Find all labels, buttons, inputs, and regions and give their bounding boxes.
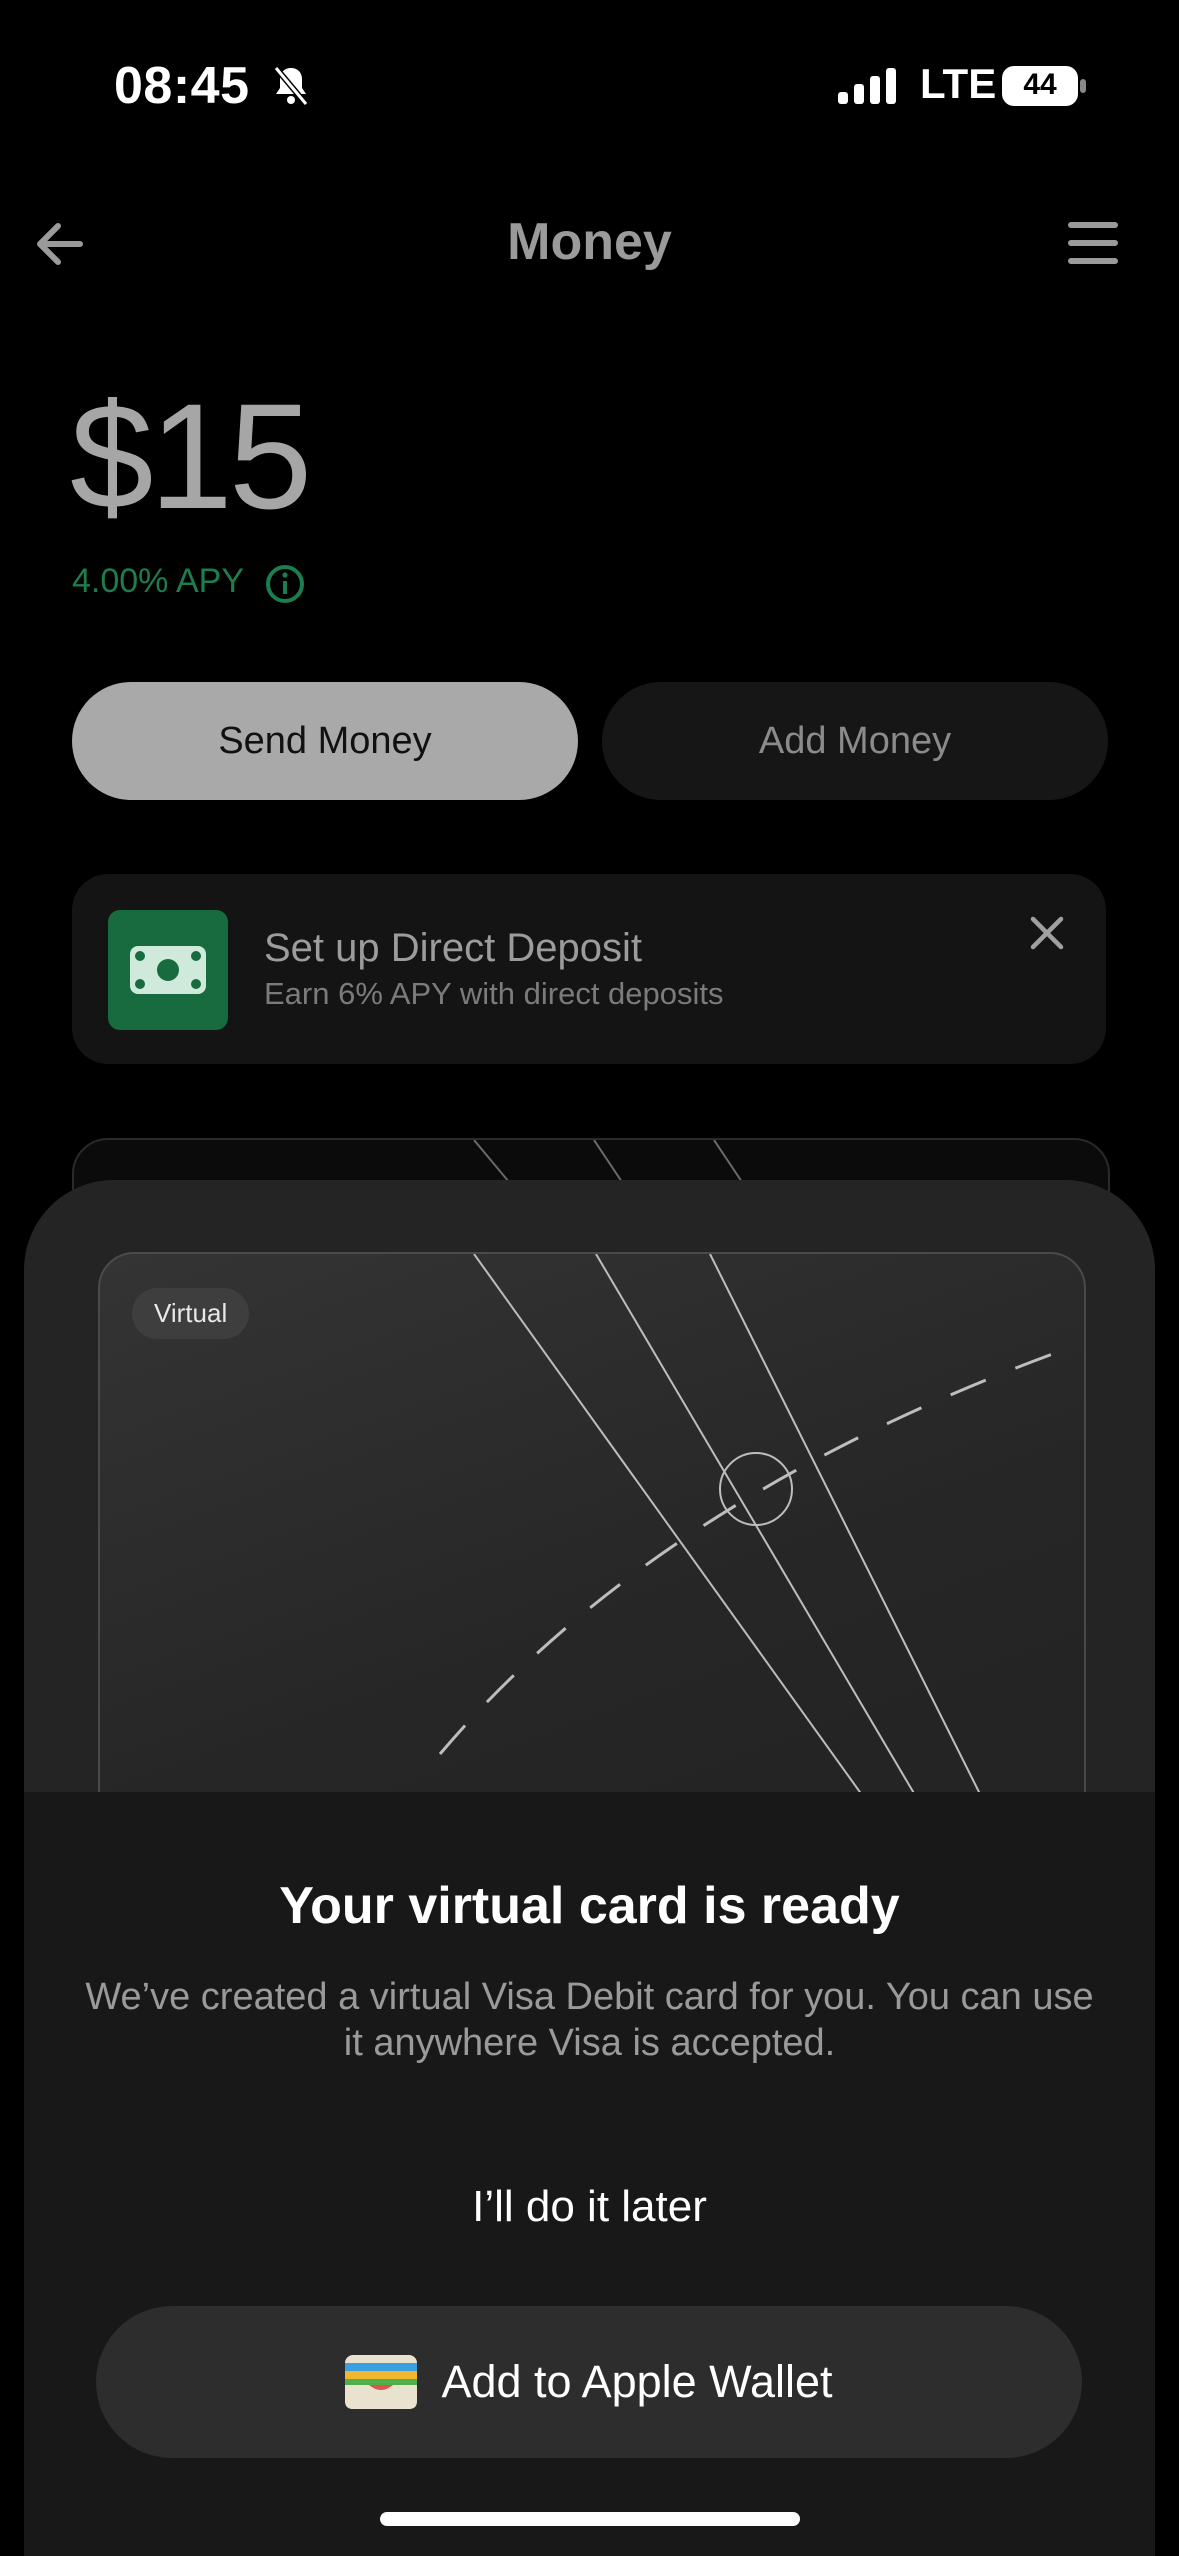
cash-icon [108,910,228,1030]
direct-deposit-subtitle: Earn 6% APY with direct deposits [264,976,724,1011]
sheet-title: Your virtual card is ready [279,1877,900,1935]
signal-icon [838,68,896,104]
add-money-button[interactable]: Add Money [602,682,1108,800]
do-it-later-button[interactable]: I’ll do it later [24,2182,1155,2232]
balance-amount: $15 [70,372,312,540]
battery-indicator: 44 [1002,66,1088,106]
wallet-icon [345,2355,418,2409]
direct-deposit-title: Set up Direct Deposit [264,926,642,970]
add-to-apple-wallet-button[interactable]: Add to Apple Wallet [96,2306,1082,2458]
sheet-description: We’ve created a virtual Visa Debit card … [85,1976,1094,2064]
info-icon[interactable] [264,563,306,605]
bell-muted-icon [273,66,309,106]
wallet-label: Add to Apple Wallet [441,2356,833,2407]
virtual-card-sheet: Virtual Your virtual card is ready We’ve… [24,1180,1155,2556]
network-type: LTE [920,60,997,107]
battery-level: 44 [1023,68,1057,101]
card-preview-area: Virtual [24,1180,1155,1836]
close-icon[interactable] [1024,910,1070,956]
menu-icon[interactable] [1064,218,1122,268]
virtual-card: Virtual [98,1252,1086,1836]
card-pattern [438,1254,1081,1834]
status-time: 08:45 [114,57,250,115]
virtual-badge: Virtual [132,1288,250,1339]
page-title: Money [507,213,672,271]
apy-rate: 4.00% APY [72,562,245,600]
home-indicator[interactable] [380,2512,800,2526]
send-money-button[interactable]: Send Money [72,682,578,800]
